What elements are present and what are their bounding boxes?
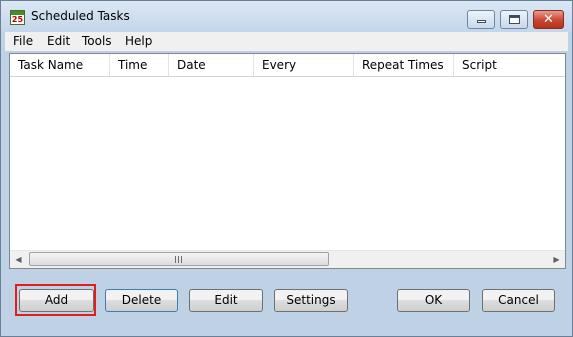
delete-button[interactable]: Delete <box>105 289 178 312</box>
add-button[interactable]: Add <box>19 289 94 312</box>
horizontal-scrollbar[interactable]: ◀ ▶ <box>10 250 565 268</box>
minimize-button[interactable] <box>467 10 495 29</box>
table-body[interactable] <box>10 77 565 251</box>
column-header-date[interactable]: Date <box>169 54 254 76</box>
column-header-every[interactable]: Every <box>254 54 354 76</box>
calendar-day: 25 <box>11 15 24 24</box>
scroll-left-arrow-icon[interactable]: ◀ <box>10 251 27 268</box>
column-header-repeat-times[interactable]: Repeat Times <box>354 54 454 76</box>
title-bar[interactable]: 25 Scheduled Tasks ✕ <box>1 1 572 32</box>
settings-button[interactable]: Settings <box>274 289 348 312</box>
table-header: Task Name Time Date Every Repeat Times S… <box>10 54 565 77</box>
calendar-icon: 25 <box>10 10 25 25</box>
close-button[interactable]: ✕ <box>533 10 564 29</box>
minimize-icon <box>477 20 486 23</box>
column-header-time[interactable]: Time <box>110 54 169 76</box>
maximize-icon <box>509 15 520 24</box>
scroll-right-arrow-icon[interactable]: ▶ <box>548 251 565 268</box>
close-icon: ✕ <box>543 12 554 27</box>
menu-help[interactable]: Help <box>125 34 152 48</box>
menu-edit[interactable]: Edit <box>47 34 70 48</box>
menu-tools[interactable]: Tools <box>82 34 112 48</box>
scheduled-tasks-window: 25 Scheduled Tasks ✕ File Edit Tools Hel… <box>0 0 573 337</box>
scrollbar-thumb[interactable] <box>29 252 329 266</box>
ok-button[interactable]: OK <box>397 289 470 312</box>
maximize-button[interactable] <box>500 10 528 29</box>
column-header-task-name[interactable]: Task Name <box>10 54 110 76</box>
tasks-list[interactable]: Task Name Time Date Every Repeat Times S… <box>9 53 566 269</box>
grip-icon <box>175 256 183 263</box>
column-header-script[interactable]: Script <box>454 54 565 76</box>
button-panel: Add Delete Edit Settings OK Cancel <box>9 273 566 329</box>
menu-file[interactable]: File <box>13 34 33 48</box>
cancel-button[interactable]: Cancel <box>482 289 555 312</box>
edit-button[interactable]: Edit <box>189 289 263 312</box>
window-title: Scheduled Tasks <box>31 9 130 23</box>
menu-bar: File Edit Tools Help <box>5 32 568 51</box>
